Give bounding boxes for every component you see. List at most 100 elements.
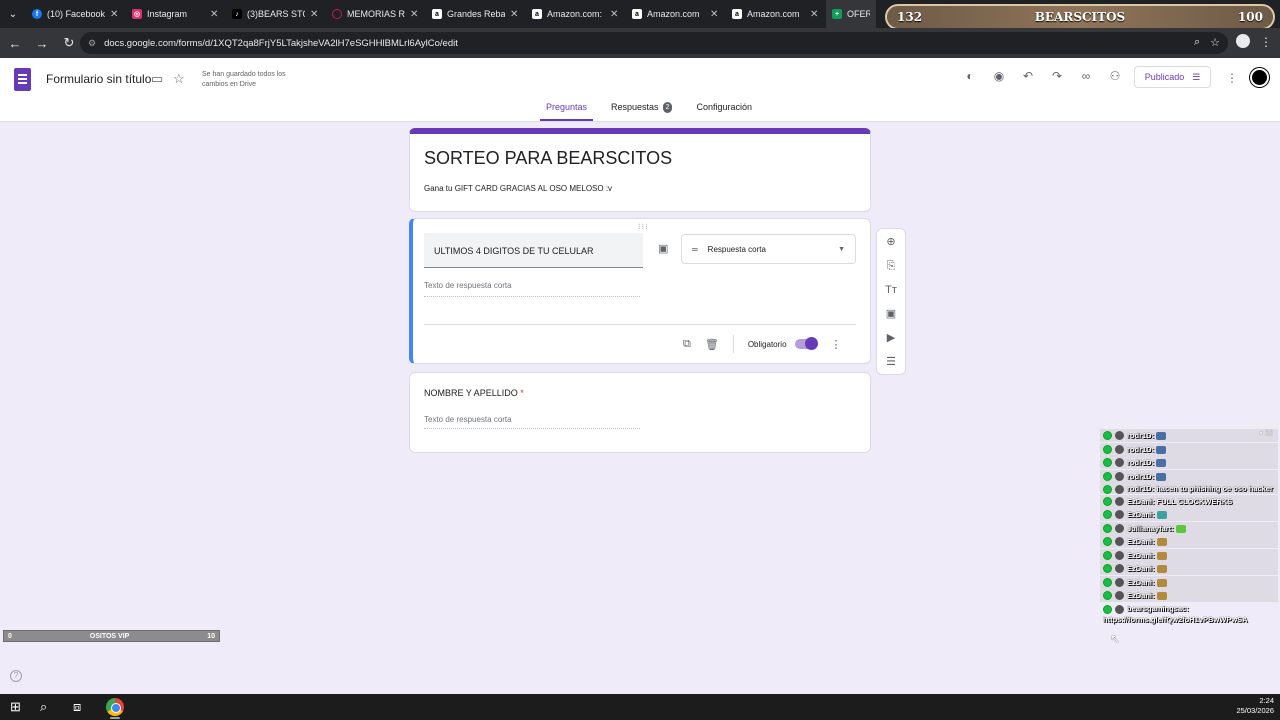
delete-icon[interactable]: 🗑 xyxy=(705,338,719,351)
task-view-icon[interactable]: ⧈ xyxy=(73,699,81,715)
required-label: Obligatorio xyxy=(747,339,787,349)
short-answer-icon: ═ xyxy=(692,244,698,254)
close-tab-icon[interactable]: ✕ xyxy=(610,9,620,20)
tab-questions[interactable]: Preguntas xyxy=(540,102,594,121)
tab-responses[interactable]: Respuestas 2 xyxy=(605,102,678,121)
badge-icon xyxy=(1115,604,1124,614)
add-image-icon[interactable]: ▣ xyxy=(658,242,668,255)
chat-message: rodr1D: xyxy=(1100,469,1278,483)
browser-tab[interactable]: a Amazon.com ✕ xyxy=(726,0,826,28)
badge-icon xyxy=(1115,510,1124,519)
form-title-card[interactable]: SORTEO PARA BEARSCITOS Gana tu GIFT CARD… xyxy=(409,128,871,212)
emote-icon xyxy=(1156,432,1167,441)
duplicate-icon[interactable]: ⧉ xyxy=(683,338,691,351)
browser-toolbar: ← → ↻ ⚙ docs.google.com/forms/d/1XQT2qa8… xyxy=(0,28,1280,58)
close-tab-icon[interactable]: ✕ xyxy=(310,9,320,20)
emote-icon xyxy=(1156,592,1167,601)
star-icon[interactable]: ☆ xyxy=(173,71,185,87)
chrome-icon[interactable] xyxy=(106,698,124,716)
badge-icon xyxy=(1115,577,1124,587)
account-avatar[interactable] xyxy=(1250,68,1269,87)
site-info-icon[interactable]: ⚙ xyxy=(88,38,96,49)
browser-tab[interactable]: ♪(3)BEARS STOR✕ xyxy=(226,0,326,28)
browser-tab[interactable]: a Amazon.com ✕ xyxy=(626,0,726,28)
header-tools: ◐ ◉ ↶ ↷ ∞ ⚇ xyxy=(962,69,1123,83)
browser-tab[interactable]: f (10) Facebook ✕ xyxy=(26,0,126,28)
more-options-icon[interactable]: ⋮ xyxy=(1226,71,1238,85)
chat-message: EzDani: xyxy=(1100,589,1278,602)
link-icon[interactable]: ∞ xyxy=(1078,69,1094,83)
badge-icon xyxy=(1103,496,1112,506)
chat-message: EzDani: xyxy=(1100,548,1278,562)
badge-icon xyxy=(1115,458,1124,467)
question-more-icon[interactable]: ⋮ xyxy=(831,338,842,351)
badge-icon xyxy=(1115,485,1124,494)
forward-icon[interactable]: → xyxy=(30,31,54,55)
form-doc-title[interactable]: Formulario sin título xyxy=(46,72,151,86)
facebook-icon: f xyxy=(32,9,42,19)
form-title[interactable]: SORTEO PARA BEARSCITOS xyxy=(424,148,672,169)
reload-icon[interactable]: ↻ xyxy=(57,31,81,55)
short-answer-placeholder: Texto de respuesta corta xyxy=(424,415,640,429)
forms-logo-icon[interactable] xyxy=(14,68,31,91)
add-question-icon[interactable]: ⊕ xyxy=(886,234,895,250)
undo-icon[interactable]: ↶ xyxy=(1020,69,1036,83)
add-title-icon[interactable]: Tт xyxy=(885,282,897,298)
browser-tab[interactable]: a Amazon.com: ✕ xyxy=(526,0,626,28)
system-clock[interactable]: 2:24 25/03/2026 xyxy=(1236,696,1274,716)
tab-settings[interactable]: Configuración xyxy=(690,102,758,121)
back-icon[interactable]: ← xyxy=(3,31,27,55)
redo-icon[interactable]: ↷ xyxy=(1049,69,1065,83)
browser-tab-active[interactable]: +OFERTAS xyxy=(826,0,876,28)
emote-icon xyxy=(1156,445,1167,454)
chat-message: EzDani: xyxy=(1100,562,1278,575)
browser-menu-icon[interactable]: ⋮ xyxy=(1260,35,1272,49)
active-app-indicator xyxy=(110,717,120,719)
question-title: NOMBRE Y APELLIDO * xyxy=(424,388,524,398)
drag-handle-icon[interactable]: ⁝⁝⁝ xyxy=(638,222,649,231)
tab-search-icon[interactable]: ⌄ xyxy=(0,0,26,28)
amazon-icon: a xyxy=(432,9,442,19)
badge-icon xyxy=(1103,471,1112,481)
chevron-down-icon: ▼ xyxy=(838,245,845,253)
question-card[interactable]: NOMBRE Y APELLIDO * Texto de respuesta c… xyxy=(409,372,871,453)
address-bar[interactable]: ⚙ docs.google.com/forms/d/1XQT2qa8FrjY5L… xyxy=(80,32,1228,54)
import-questions-icon[interactable]: ⎘ xyxy=(887,258,896,274)
stream-overlay-bar: 132 BEARSCITOS 100 xyxy=(885,4,1275,30)
badge-icon xyxy=(1115,550,1124,560)
badge-icon xyxy=(1103,523,1112,533)
zoom-icon[interactable]: ⌕ xyxy=(1194,36,1200,49)
chat-message: EzDani: xyxy=(1100,575,1278,589)
close-tab-icon[interactable]: ✕ xyxy=(510,9,520,20)
close-tab-icon[interactable]: ✕ xyxy=(110,9,120,20)
preview-eye-icon[interactable]: ◉ xyxy=(991,69,1007,83)
close-tab-icon[interactable]: ✕ xyxy=(810,9,820,20)
search-icon[interactable]: ⌕ xyxy=(40,699,47,715)
required-toggle[interactable] xyxy=(794,337,818,350)
question-type-select[interactable]: ═ Respuesta corta ▼ xyxy=(681,234,856,264)
publish-button[interactable]: Publicado ☰ xyxy=(1134,66,1211,88)
folder-icon[interactable]: ▭ xyxy=(151,71,163,87)
emote-icon xyxy=(1156,511,1167,520)
close-tab-icon[interactable]: ✕ xyxy=(410,9,420,20)
add-video-icon[interactable]: ▶ xyxy=(887,330,895,346)
form-description[interactable]: Gana tu GIFT CARD GRACIAS AL OSO MELOSO … xyxy=(424,184,612,193)
add-section-icon[interactable]: ☰ xyxy=(886,354,896,370)
add-image-icon[interactable]: ▣ xyxy=(886,306,896,322)
help-icon[interactable]: ? xyxy=(10,670,22,682)
close-tab-icon[interactable]: ✕ xyxy=(210,9,220,20)
chat-message: EzDani: FULL CLOCKWERKS xyxy=(1100,494,1278,508)
browser-tab[interactable]: MEMORIAS RA ✕ xyxy=(326,0,426,28)
browser-tab[interactable]: ◎ Instagram ✕ xyxy=(126,0,226,28)
browser-tab[interactable]: a Grandes Rebaj ✕ xyxy=(426,0,526,28)
close-tab-icon[interactable]: ✕ xyxy=(710,9,720,20)
question-title-input[interactable]: ULTIMOS 4 DIGITOS DE TU CELULAR xyxy=(424,233,643,268)
palette-icon[interactable]: ◐ xyxy=(962,69,978,83)
emote-icon xyxy=(1156,459,1167,468)
question-card-active[interactable]: ⁝⁝⁝ ULTIMOS 4 DIGITOS DE TU CELULAR ▣ ═ … xyxy=(409,218,871,364)
bookmark-star-icon[interactable]: ☆ xyxy=(1210,36,1220,49)
profile-icon[interactable] xyxy=(1236,34,1250,48)
windows-start-icon[interactable]: ⊞ xyxy=(10,699,21,715)
forms-tabs: Preguntas Respuestas 2 Configuración xyxy=(540,102,758,121)
add-collaborator-icon[interactable]: ⚇ xyxy=(1107,69,1123,83)
